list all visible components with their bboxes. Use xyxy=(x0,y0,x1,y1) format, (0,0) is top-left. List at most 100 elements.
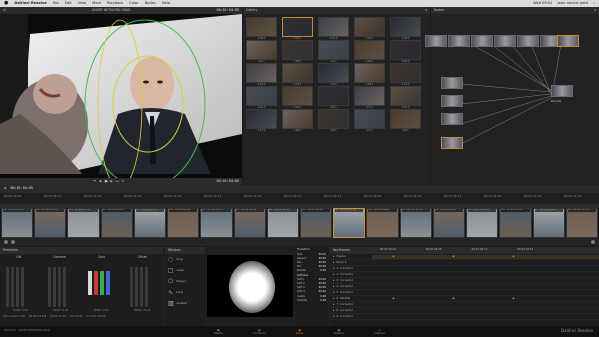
keyframe-marker[interactable]: ◆ xyxy=(512,254,514,258)
timeline-clip[interactable]: 01 00:00:19:10 xyxy=(1,208,34,238)
gallery-still[interactable]: 1.18.1 xyxy=(390,17,421,40)
timeline-clip[interactable]: 12 00:01:06:00 xyxy=(366,208,399,238)
gallery-still[interactable]: 1.19.1 xyxy=(390,40,421,63)
gallery-still[interactable]: 1.7.1 xyxy=(354,86,385,109)
timeline-clip[interactable]: 15 00:01:19:00 xyxy=(466,208,499,238)
track-lane[interactable] xyxy=(372,261,599,265)
viewer-options-icon[interactable]: ▤ xyxy=(3,8,6,12)
transform-field[interactable]: Size 50.00 xyxy=(297,253,326,257)
window-circle[interactable]: ○ Circle xyxy=(168,257,202,263)
gallery-still[interactable]: 1.33.1 xyxy=(282,40,313,63)
gallery-still[interactable]: 1.2.1 xyxy=(318,63,349,86)
node-11[interactable] xyxy=(441,137,463,149)
transform-field[interactable]: Soft 4 50.00 xyxy=(297,291,326,294)
gallery-still[interactable]: 1.16.1 xyxy=(354,63,385,86)
gallery-still[interactable]: 1.4.1 xyxy=(318,40,349,63)
gallery-still[interactable]: 1.3.1 xyxy=(354,109,385,132)
gallery-still[interactable]: 1.10.1 xyxy=(246,86,277,109)
timeline-clip[interactable]: 13 00:01:11:10 xyxy=(399,208,432,238)
gallery-still[interactable]: 1.13.1 xyxy=(282,63,313,86)
timeline-ruler[interactable]: 00:00:00:00 00:00:08:21 00:00:17:10 00:00:2… xyxy=(0,193,599,204)
hp-sat[interactable]: HP Sat 50.00 xyxy=(50,315,66,318)
menu-help[interactable]: Help xyxy=(162,1,170,6)
keyframe-marker[interactable]: ◆ xyxy=(392,254,394,258)
menu-color[interactable]: Color xyxy=(129,1,138,6)
timeline-mode-icon[interactable]: ◆ xyxy=(4,187,6,190)
user-name[interactable]: Jean-michel petit xyxy=(558,1,588,6)
track-lane[interactable] xyxy=(372,309,599,313)
window-linear[interactable]: □ Linear xyxy=(168,268,202,274)
window-gradient[interactable]: ▥ Gradient xyxy=(168,301,202,307)
track-lane[interactable] xyxy=(372,315,599,319)
expand-icon[interactable]: ▸ xyxy=(333,255,334,258)
track-lane[interactable]: ◆ ◆ ◆ xyxy=(372,254,599,259)
window-curve[interactable]: ∿ Curve xyxy=(168,290,202,296)
menu-nodes[interactable]: Nodes xyxy=(145,1,156,6)
keyframe-marker[interactable]: ◆ xyxy=(392,296,394,300)
expand-icon[interactable]: ▸ xyxy=(333,261,334,264)
expand-icon[interactable]: ▸ xyxy=(333,285,334,288)
expand-icon[interactable]: ▸ xyxy=(333,273,334,276)
timeline-clip[interactable]: 07 00:00:44:03 xyxy=(200,208,233,238)
node-5[interactable] xyxy=(517,35,539,47)
timeline-clip[interactable]: 17 00:01:28:04 xyxy=(532,208,565,238)
filter-icon[interactable] xyxy=(4,240,8,244)
node-1[interactable] xyxy=(425,35,447,47)
spotlight-icon[interactable]: ⌕ xyxy=(593,1,595,6)
nodes-menu-icon[interactable]: ▾ xyxy=(594,8,596,12)
track-lane[interactable] xyxy=(372,279,599,283)
keyframe-marker[interactable]: ◆ xyxy=(512,296,514,300)
node-8[interactable] xyxy=(441,77,463,89)
menu-view[interactable]: View xyxy=(78,1,87,6)
tab-conform[interactable]: ▤ Conform xyxy=(253,328,266,335)
menu-file[interactable]: File xyxy=(53,1,59,6)
loop-icon[interactable]: ↻ xyxy=(122,179,125,183)
gallery-still[interactable]: 1.5.1 xyxy=(318,86,349,109)
play-icon[interactable]: ▶ xyxy=(110,179,112,183)
gallery-still[interactable]: 1.11.1 xyxy=(282,86,313,109)
timeline-clip[interactable]: 08 00:00:48:21 xyxy=(233,208,266,238)
expand-icon[interactable]: ▸ xyxy=(333,267,334,270)
field-value[interactable]: 0.00 xyxy=(320,299,326,303)
gallery-still[interactable]: 1.8.1 xyxy=(318,109,349,132)
keyframe-track[interactable]: ▸ 9: Corrector xyxy=(330,314,599,320)
hp-pivot[interactable]: HP Pivot 0.435 xyxy=(29,315,46,318)
hp-hue[interactable]: Hue 50.00 xyxy=(70,315,82,318)
unmix-icon[interactable] xyxy=(11,240,15,244)
timeline-clip[interactable]: 06 00:00:36:05 xyxy=(167,208,200,238)
transform-field[interactable]: Pan 50.00 xyxy=(297,261,326,265)
timeline-clip[interactable]: 11 00:01:04:05 xyxy=(333,208,366,238)
viewer[interactable] xyxy=(0,14,242,184)
timeline-clip[interactable]: 02 00:00:21:08 xyxy=(34,208,67,238)
expand-icon[interactable]: ▸ xyxy=(333,297,334,300)
expand-icon[interactable]: ▸ xyxy=(333,303,334,306)
expand-icon[interactable]: ▸ xyxy=(333,291,334,294)
timeline-clip[interactable]: 16 00:01:23:11 xyxy=(499,208,532,238)
gallery-still[interactable]: 1.19.1 xyxy=(354,17,385,40)
stop-icon[interactable]: ■ xyxy=(104,179,107,183)
timeline-clip[interactable]: 04 00:00:25:13 xyxy=(100,208,133,238)
keyframe-marker[interactable]: ◆ xyxy=(452,296,454,300)
gallery-still[interactable]: 1.6.1 xyxy=(390,109,421,132)
timeline-clip[interactable]: 10 00:01:00:14 xyxy=(299,208,333,238)
track-lane[interactable] xyxy=(372,285,599,289)
field-value[interactable]: 50.00 xyxy=(319,261,326,265)
gallery-still[interactable]: 1.15.1 xyxy=(246,63,277,86)
hp-contrast[interactable]: HP Contrast 1.000 xyxy=(3,315,25,318)
gallery-still[interactable]: 1.21.1 xyxy=(318,17,349,40)
skip-back-icon[interactable]: ⏮ xyxy=(93,179,96,183)
field-value[interactable]: 0.00 xyxy=(320,269,326,273)
hp-lummix[interactable]: Lum Mix 100.00 xyxy=(86,315,105,318)
field-value[interactable]: 50.00 xyxy=(319,291,326,294)
track-lane[interactable] xyxy=(372,303,599,307)
timeline-clip[interactable]: 18 00:01:31:18 xyxy=(565,208,598,238)
app-name[interactable]: DaVinci Resolve xyxy=(14,1,46,6)
gallery-still[interactable]: 1.12.1 xyxy=(390,86,421,109)
gallery-still[interactable]: 1.16.1 xyxy=(354,40,385,63)
transform-field[interactable]: Outside 0.00 xyxy=(297,299,326,303)
menu-edit[interactable]: Edit xyxy=(65,1,72,6)
parallel-node[interactable] xyxy=(551,85,573,97)
gallery-still[interactable]: 1.14.1 xyxy=(390,63,421,86)
tab-media[interactable]: ▣ Media xyxy=(214,328,223,335)
gallery-still[interactable]: 1.19.1 xyxy=(282,17,313,40)
